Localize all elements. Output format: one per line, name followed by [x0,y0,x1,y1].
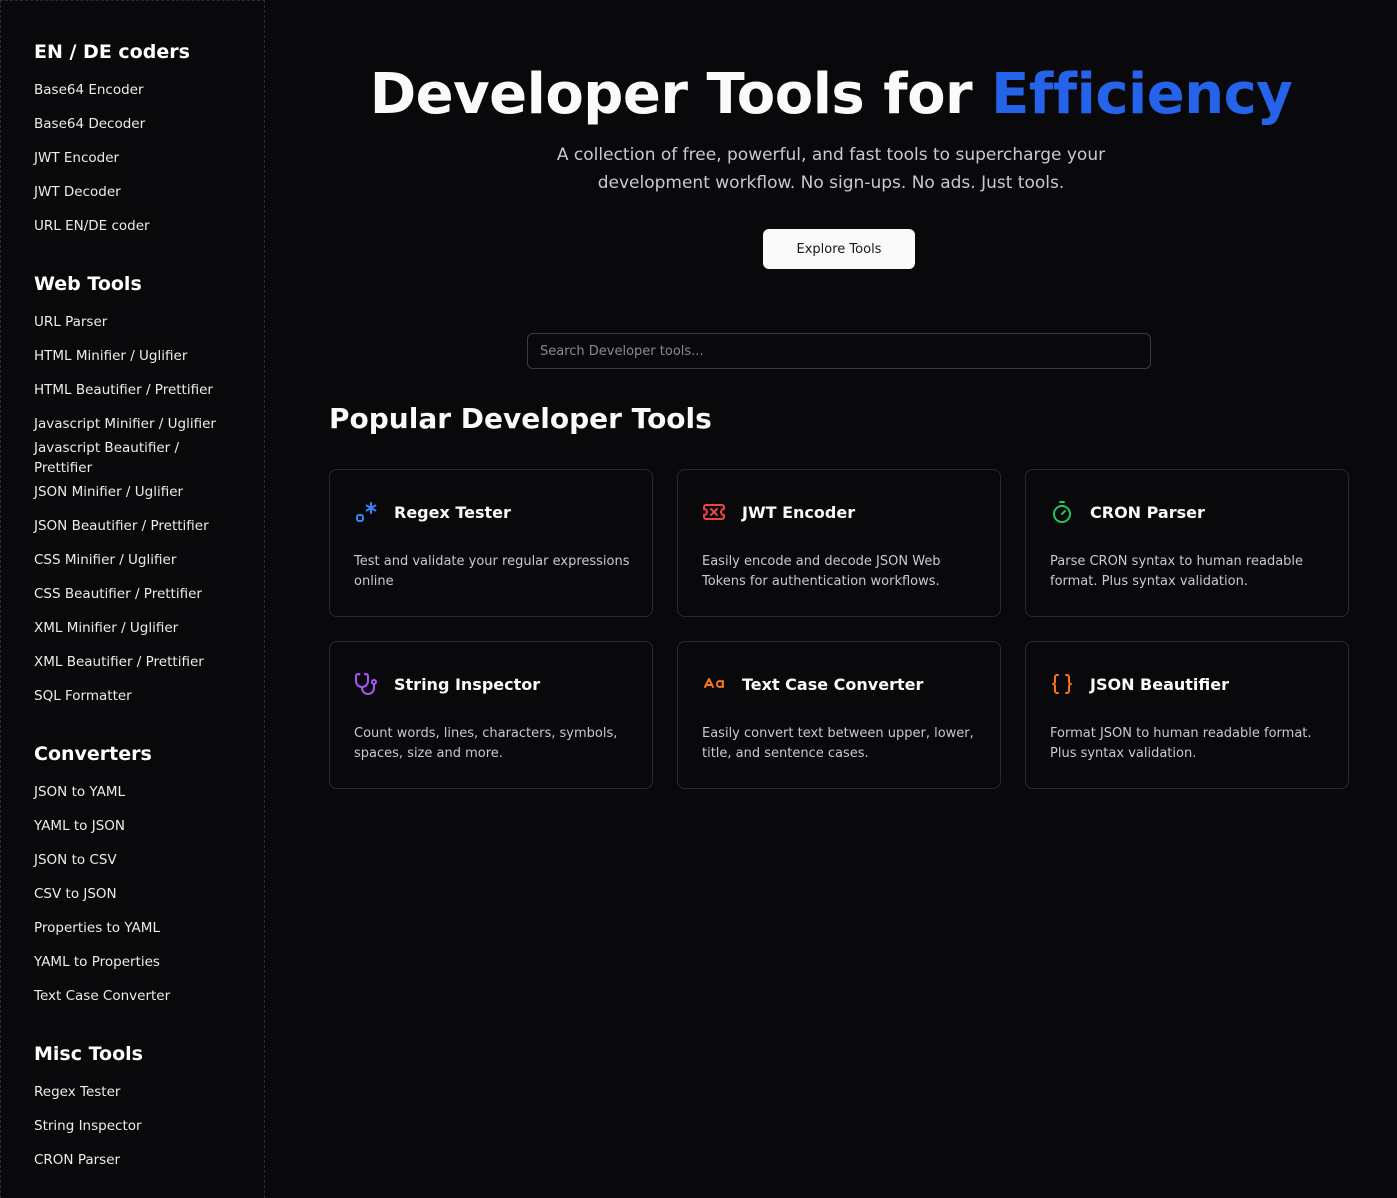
tool-card-cron-parser[interactable]: CRON Parser Parse CRON syntax to human r… [1025,469,1349,617]
sidebar-item-base64-decoder[interactable]: Base64 Decoder [34,114,234,134]
sidebar-heading: EN / DE coders [34,41,190,63]
sidebar-section-misc: Misc Tools Regex Tester String Inspector… [34,1042,254,1170]
card-description: Format JSON to human readable format. Pl… [1050,726,1312,761]
sidebar-item-css-beautifier[interactable]: CSS Beautifier / Prettifier [34,584,234,604]
sidebar-heading: Web Tools [34,273,142,295]
sidebar-item-js-beautifier[interactable]: Javascript Beautifier / Prettifier [34,438,234,478]
sidebar-item-text-case-converter[interactable]: Text Case Converter [34,986,234,1006]
timer-icon [1050,500,1074,524]
hero-subtitle-line: A collection of free, powerful, and fast… [556,145,1106,165]
card-description: Easily convert text between upper, lower… [702,726,974,761]
sidebar-item-html-beautifier[interactable]: HTML Beautifier / Prettifier [34,380,234,400]
hero-subtitle-line: development workflow. No sign-ups. No ad… [597,173,1065,193]
stethoscope-icon [354,672,378,696]
sidebar-section-web-tools: Web Tools URL Parser HTML Minifier / Ugl… [34,272,254,706]
sidebar-item-sql-formatter[interactable]: SQL Formatter [34,686,234,706]
sidebar-item-json-beautifier[interactable]: JSON Beautifier / Prettifier [34,516,234,536]
sidebar-item-xml-minifier[interactable]: XML Minifier / Uglifier [34,618,234,638]
tool-card-string-inspector[interactable]: String Inspector Count words, lines, cha… [329,641,653,789]
sidebar-item-json-minifier[interactable]: JSON Minifier / Uglifier [34,482,234,502]
sidebar-item-json-to-yaml[interactable]: JSON to YAML [34,782,234,802]
case-sensitive-icon [702,672,726,696]
sidebar-item-csv-to-json[interactable]: CSV to JSON [34,884,234,904]
card-title: Text Case Converter [742,675,924,694]
sidebar-item-string-inspector[interactable]: String Inspector [34,1116,234,1136]
card-description: Easily encode and decode JSON Web Tokens… [702,554,941,589]
hero-title-prefix: Developer Tools for [369,62,992,127]
tool-card-json-beautifier[interactable]: JSON Beautifier Format JSON to human rea… [1025,641,1349,789]
sidebar-item-jwt-decoder[interactable]: JWT Decoder [34,182,234,202]
sidebar-item-base64-encoder[interactable]: Base64 Encoder [34,80,234,100]
sidebar-item-regex-tester[interactable]: Regex Tester [34,1082,234,1102]
hero-subtitle: A collection of free, powerful, and fast… [265,141,1397,197]
search-input[interactable] [527,333,1151,369]
sidebar-item-url-parser[interactable]: URL Parser [34,312,234,332]
sidebar-item-css-minifier[interactable]: CSS Minifier / Uglifier [34,550,234,570]
sidebar: EN / DE coders Base64 Encoder Base64 Dec… [0,0,265,1198]
sidebar-section-converters: Converters JSON to YAML YAML to JSON JSO… [34,742,254,1006]
sidebar-heading: Misc Tools [34,1043,143,1065]
hero-title-accent: Efficiency [991,62,1293,127]
sidebar-item-cron-parser[interactable]: CRON Parser [34,1150,234,1170]
card-title: Regex Tester [394,503,511,522]
tool-card-regex-tester[interactable]: Regex Tester Test and validate your regu… [329,469,653,617]
sidebar-item-js-minifier[interactable]: Javascript Minifier / Uglifier [34,414,234,434]
ticket-icon [702,500,726,524]
sidebar-item-yaml-to-properties[interactable]: YAML to Properties [34,952,234,972]
sidebar-item-json-to-csv[interactable]: JSON to CSV [34,850,234,870]
sidebar-item-url-coder[interactable]: URL EN/DE coder [34,216,234,236]
sidebar-item-html-minifier[interactable]: HTML Minifier / Uglifier [34,346,234,366]
regex-icon [354,500,378,524]
sidebar-heading: Converters [34,743,152,765]
card-description: Count words, lines, characters, symbols,… [354,726,618,761]
popular-tools-title: Popular Developer Tools [329,402,712,435]
card-description: Test and validate your regular expressio… [354,554,630,589]
tool-card-jwt-encoder[interactable]: JWT Encoder Easily encode and decode JSO… [677,469,1001,617]
sidebar-item-jwt-encoder[interactable]: JWT Encoder [34,148,234,168]
sidebar-section-coders: EN / DE coders Base64 Encoder Base64 Dec… [34,40,254,236]
sidebar-item-xml-beautifier[interactable]: XML Beautifier / Prettifier [34,652,234,672]
card-description: Parse CRON syntax to human readable form… [1050,554,1304,589]
card-title: JSON Beautifier [1090,675,1230,694]
sidebar-item-yaml-to-json[interactable]: YAML to JSON [34,816,234,836]
explore-tools-button[interactable]: Explore Tools [763,229,915,269]
card-title: CRON Parser [1090,503,1205,522]
braces-icon [1050,672,1074,696]
tool-card-text-case-converter[interactable]: Text Case Converter Easily convert text … [677,641,1001,789]
card-title: String Inspector [394,675,541,694]
card-title: JWT Encoder [742,503,856,522]
hero-title: Developer Tools for Efficiency [265,60,1397,130]
sidebar-item-properties-to-yaml[interactable]: Properties to YAML [34,918,234,938]
app-root: EN / DE coders Base64 Encoder Base64 Dec… [0,0,1397,1198]
